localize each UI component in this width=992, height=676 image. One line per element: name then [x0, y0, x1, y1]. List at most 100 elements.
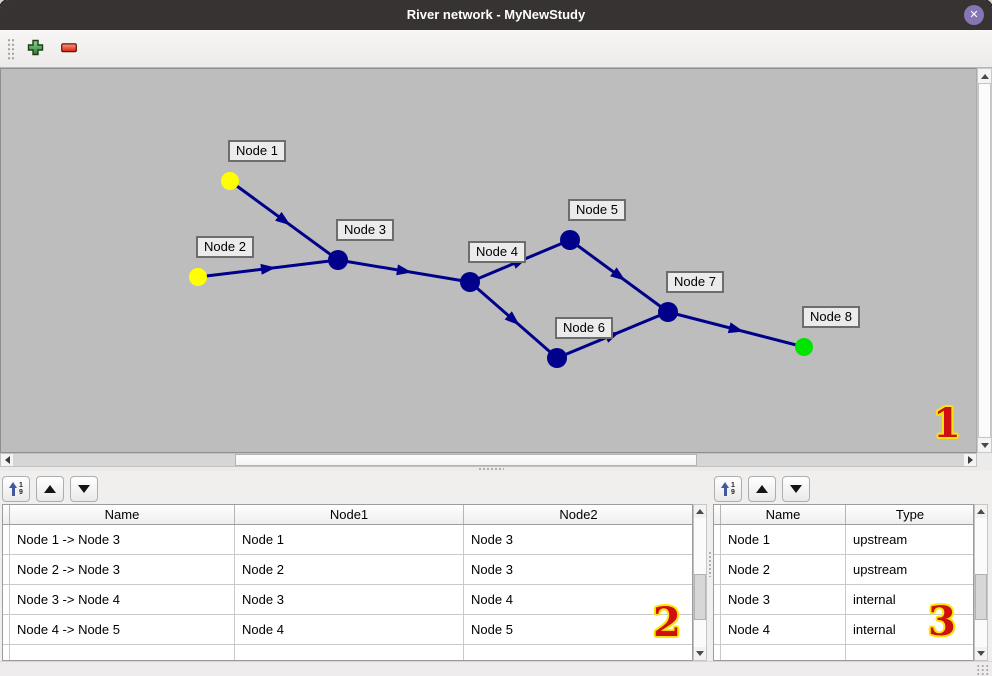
cell[interactable] [10, 645, 235, 661]
horizontal-splitter[interactable] [0, 467, 992, 471]
column-header-node1[interactable]: Node1 [235, 505, 464, 524]
move-up-button[interactable] [748, 476, 776, 502]
scroll-left-button[interactable] [1, 454, 13, 466]
row-header [3, 645, 10, 661]
scroll-track[interactable] [975, 518, 987, 647]
canvas-vertical-scrollbar[interactable] [977, 68, 992, 453]
cell[interactable]: upstream [846, 555, 974, 584]
cell[interactable]: Node 3 -> Node 4 [10, 585, 235, 614]
up-triangle-icon [756, 485, 768, 493]
move-down-button[interactable] [782, 476, 810, 502]
node-node-4[interactable] [460, 272, 480, 292]
down-arrow-icon [981, 443, 989, 448]
cell[interactable]: Node 2 [235, 555, 464, 584]
scroll-down-button[interactable] [975, 647, 987, 660]
node-node-5[interactable] [560, 230, 580, 250]
cell[interactable]: Node 2 [721, 555, 846, 584]
sort-button[interactable]: 19 [714, 476, 742, 502]
cell[interactable]: Node 3 [721, 585, 846, 614]
network-canvas[interactable]: Node 1Node 2Node 3Node 4Node 5Node 6Node… [0, 68, 977, 453]
node-node-8[interactable] [795, 338, 813, 356]
column-header-node2[interactable]: Node2 [464, 505, 693, 524]
node-node-1[interactable] [221, 172, 239, 190]
scrollbar-corner [977, 453, 992, 467]
cell[interactable] [464, 645, 693, 661]
toolbar-drag-handle[interactable] [7, 37, 15, 61]
row-header [3, 555, 10, 584]
canvas-horizontal-scrollbar[interactable] [0, 453, 977, 467]
node-label: Node 2 [196, 236, 254, 258]
table-row[interactable]: Node 3 -> Node 4Node 3Node 4 [3, 585, 692, 615]
down-triangle-icon [790, 485, 802, 493]
scroll-up-button[interactable] [978, 69, 991, 83]
scroll-thumb[interactable] [694, 574, 706, 620]
table-row[interactable]: Node 2 -> Node 3Node 2Node 3 [3, 555, 692, 585]
reaches-panel: 19 NameNode1Node2 Node 1 -> Node 3Node 1… [0, 471, 708, 661]
cell[interactable]: upstream [846, 525, 974, 554]
cell[interactable] [235, 645, 464, 661]
cell[interactable]: Node 1 [721, 525, 846, 554]
scroll-up-button[interactable] [975, 505, 987, 518]
cell[interactable] [846, 645, 974, 661]
annotation-3: 3 [928, 602, 956, 642]
scroll-thumb[interactable] [975, 574, 987, 620]
table-row[interactable]: Node 1upstream [714, 525, 973, 555]
reaches-table: NameNode1Node2 Node 1 -> Node 3Node 1Nod… [2, 504, 693, 661]
table-row[interactable] [3, 645, 692, 661]
close-button[interactable]: ✕ [964, 5, 984, 25]
node-label: Node 4 [468, 241, 526, 263]
nodes-table-header: NameType [714, 505, 973, 525]
bottom-panels: 19 NameNode1Node2 Node 1 -> Node 3Node 1… [0, 471, 992, 661]
cell[interactable]: Node 3 [235, 585, 464, 614]
remove-button[interactable] [56, 36, 82, 62]
scroll-right-button[interactable] [964, 454, 976, 466]
reaches-table-header: NameNode1Node2 [3, 505, 692, 525]
vertical-splitter[interactable] [708, 471, 712, 661]
row-header-corner [3, 505, 10, 524]
sort-button[interactable]: 19 [2, 476, 30, 502]
add-button[interactable] [22, 36, 48, 62]
column-header-name[interactable]: Name [721, 505, 846, 524]
column-header-type[interactable]: Type [846, 505, 974, 524]
cell[interactable]: Node 1 -> Node 3 [10, 525, 235, 554]
column-header-name[interactable]: Name [10, 505, 235, 524]
row-header [714, 555, 721, 584]
move-down-button[interactable] [70, 476, 98, 502]
cell[interactable]: Node 4 [721, 615, 846, 644]
node-node-2[interactable] [189, 268, 207, 286]
cell[interactable]: Node 3 [464, 525, 693, 554]
move-up-button[interactable] [36, 476, 64, 502]
table-row[interactable]: Node 4 -> Node 5Node 4Node 5 [3, 615, 692, 645]
node-node-7[interactable] [658, 302, 678, 322]
vertical-scroll-thumb[interactable] [978, 83, 991, 438]
scroll-up-button[interactable] [694, 505, 706, 518]
left-arrow-icon [5, 456, 10, 464]
cell[interactable]: Node 4 -> Node 5 [10, 615, 235, 644]
nodes-table-scrollbar[interactable] [974, 504, 988, 661]
cell[interactable] [721, 645, 846, 661]
annotation-1: 1 [933, 404, 961, 444]
node-label: Node 6 [555, 317, 613, 339]
cell[interactable]: Node 4 [235, 615, 464, 644]
canvas-region: Node 1Node 2Node 3Node 4Node 5Node 6Node… [0, 68, 992, 467]
up-arrow-icon [981, 74, 989, 79]
annotation-2: 2 [653, 603, 681, 643]
flow-direction-arrow [396, 264, 412, 275]
table-row[interactable]: Node 2upstream [714, 555, 973, 585]
right-arrow-icon [968, 456, 973, 464]
resize-grip-icon[interactable] [976, 664, 989, 675]
flow-direction-arrow [728, 322, 744, 333]
reaches-table-scrollbar[interactable] [693, 504, 707, 661]
horizontal-scroll-thumb[interactable] [235, 454, 697, 466]
table-row[interactable]: Node 1 -> Node 3Node 1Node 3 [3, 525, 692, 555]
cell[interactable]: Node 2 -> Node 3 [10, 555, 235, 584]
scroll-track[interactable] [694, 518, 706, 647]
cell[interactable]: Node 1 [235, 525, 464, 554]
scroll-down-button[interactable] [694, 647, 706, 660]
node-node-6[interactable] [547, 348, 567, 368]
node-node-3[interactable] [328, 250, 348, 270]
scroll-down-button[interactable] [978, 438, 991, 452]
node-label: Node 3 [336, 219, 394, 241]
cell[interactable]: Node 3 [464, 555, 693, 584]
table-row[interactable] [714, 645, 973, 661]
